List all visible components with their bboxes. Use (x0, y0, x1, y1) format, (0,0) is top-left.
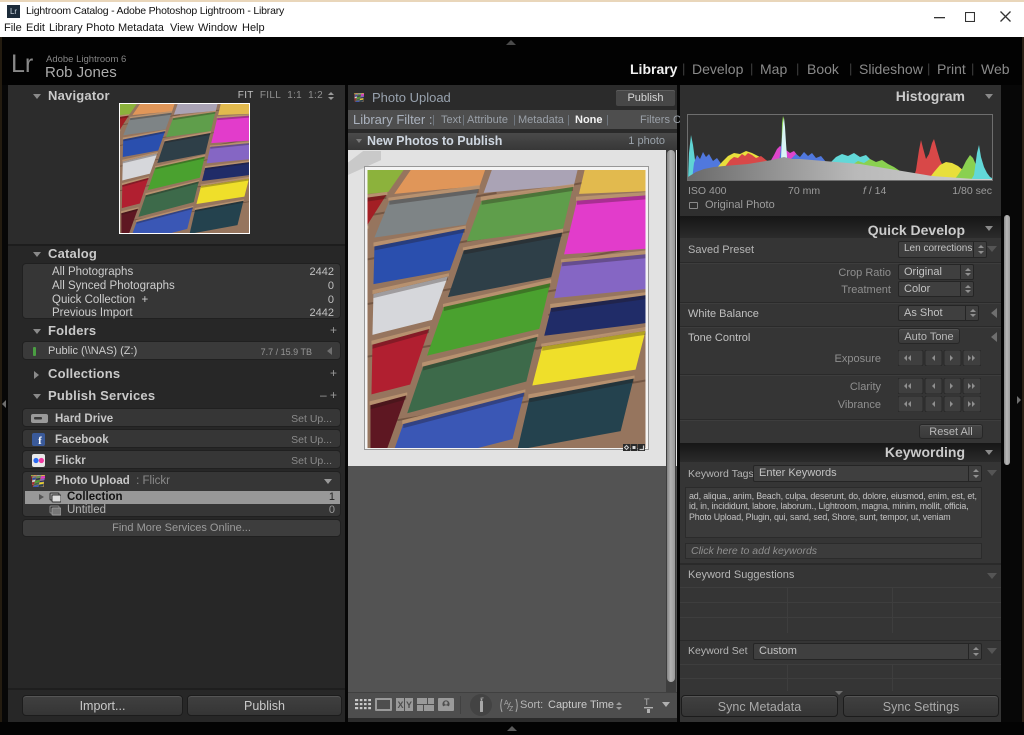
svg-text:f: f (38, 435, 42, 446)
svg-text:Z: Z (509, 706, 514, 713)
svg-text:T: T (644, 697, 650, 707)
svg-text:X: X (398, 700, 404, 710)
svg-text:Y: Y (406, 700, 412, 710)
